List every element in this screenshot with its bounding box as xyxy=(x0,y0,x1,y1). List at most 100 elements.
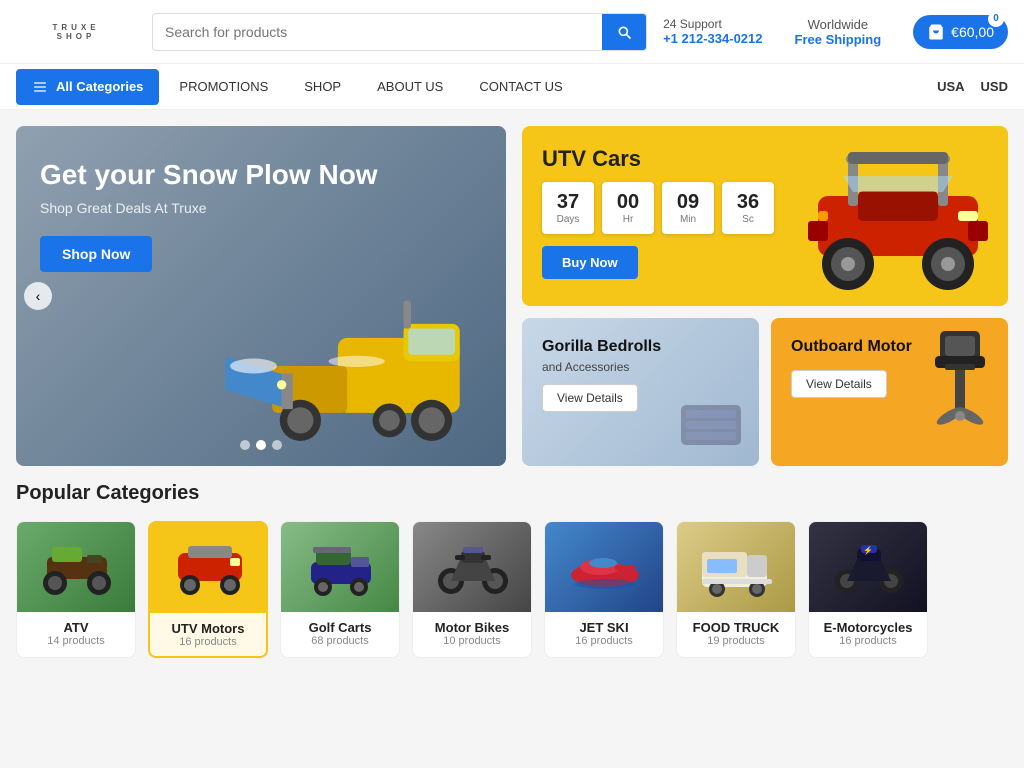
category-golf-carts[interactable]: Golf Carts 68 products xyxy=(280,521,400,658)
search-icon xyxy=(616,24,632,40)
nav-promotions[interactable]: PROMOTIONS xyxy=(163,69,284,104)
utv-car-svg xyxy=(798,136,998,296)
search-input[interactable] xyxy=(153,16,602,48)
header-right: 24 Support +1 212-334-0212 Worldwide Fre… xyxy=(663,15,1008,49)
category-atv[interactable]: ATV 14 products xyxy=(16,521,136,658)
nav-about[interactable]: ABOUT US xyxy=(361,69,459,104)
jet-ski-count: 16 products xyxy=(549,635,659,647)
popular-categories-section: Popular Categories ATV 14 products xyxy=(16,482,1008,658)
motorbike-svg xyxy=(433,537,513,597)
golf-carts-count: 68 products xyxy=(285,635,395,647)
days-label: Days xyxy=(557,214,580,225)
carousel-dots xyxy=(240,440,282,450)
right-banners: UTV Cars 37 Days 00 Hr 09 Min xyxy=(522,126,1008,466)
cart-badge: 0 xyxy=(988,11,1004,27)
search-bar xyxy=(152,13,647,51)
carousel-dot-1[interactable] xyxy=(240,440,250,450)
min-label: Min xyxy=(680,214,696,225)
snowplow-svg xyxy=(216,266,506,466)
hero-plow-image xyxy=(206,246,506,466)
banners-row: Get your Snow Plow Now Shop Great Deals … xyxy=(16,126,1008,466)
utv-motors-name: UTV Motors xyxy=(154,621,262,636)
carousel-dot-3[interactable] xyxy=(272,440,282,450)
worldwide-info: Worldwide Free Shipping xyxy=(795,17,882,47)
hr-label: Hr xyxy=(623,214,634,225)
gorilla-sub: and Accessories xyxy=(542,360,739,374)
menu-icon xyxy=(32,79,48,95)
carousel-prev-button[interactable]: ‹ xyxy=(24,282,52,310)
atv-name: ATV xyxy=(21,620,131,635)
cart-button[interactable]: 0 €60,00 xyxy=(913,15,1008,49)
emotorcycle-svg: ⚡ xyxy=(829,537,909,597)
atv-svg xyxy=(37,537,117,597)
countdown-minutes: 09 Min xyxy=(662,182,714,234)
currency-selector[interactable]: USD xyxy=(981,79,1008,94)
golf-carts-image xyxy=(281,522,400,612)
hr-value: 00 xyxy=(617,191,639,214)
categories-label: All Categories xyxy=(56,79,143,94)
sc-value: 36 xyxy=(737,191,759,214)
foodtruck-svg xyxy=(697,537,777,597)
jet-ski-image xyxy=(545,522,664,612)
logo-text: TRUXE xyxy=(16,23,136,32)
free-shipping-label: Free Shipping xyxy=(795,32,882,47)
utv-motors-svg xyxy=(170,538,250,598)
golf-cart-svg xyxy=(301,537,381,597)
gorilla-title: Gorilla Bedrolls xyxy=(542,338,739,356)
motor-bikes-name: Motor Bikes xyxy=(417,620,527,635)
all-categories-button[interactable]: All Categories xyxy=(16,69,159,105)
cart-icon xyxy=(927,23,945,41)
site-header: TRUXE SHOP 24 Support +1 212-334-0212 Wo… xyxy=(0,0,1024,64)
hero-shop-now-button[interactable]: Shop Now xyxy=(40,236,152,272)
outboard-banner: Outboard Motor View Details xyxy=(771,318,1008,466)
nav-shop[interactable]: SHOP xyxy=(288,69,357,104)
category-jet-ski[interactable]: JET SKI 16 products xyxy=(544,521,664,658)
hero-title: Get your Snow Plow Now xyxy=(40,158,482,192)
outboard-view-details-button[interactable]: View Details xyxy=(791,370,887,398)
carousel-dot-2[interactable] xyxy=(256,440,266,450)
small-banners: Gorilla Bedrolls and Accessories View De… xyxy=(522,318,1008,466)
support-phone[interactable]: +1 212-334-0212 xyxy=(663,31,762,46)
atv-image xyxy=(17,522,136,612)
category-e-motorcycles[interactable]: ⚡ E-Motorcycles 16 products xyxy=(808,521,928,658)
svg-text:⚡: ⚡ xyxy=(863,545,873,555)
gorilla-banner: Gorilla Bedrolls and Accessories View De… xyxy=(522,318,759,466)
motor-bikes-image xyxy=(413,522,532,612)
hero-subtitle: Shop Great Deals At Truxe xyxy=(40,200,482,216)
atv-count: 14 products xyxy=(21,635,131,647)
category-utv-motors[interactable]: UTV Motors 16 products xyxy=(148,521,268,658)
popular-categories-title: Popular Categories xyxy=(16,482,1008,505)
utv-banner: UTV Cars 37 Days 00 Hr 09 Min xyxy=(522,126,1008,306)
site-logo[interactable]: TRUXE SHOP xyxy=(16,23,136,41)
sc-label: Sc xyxy=(742,214,754,225)
countdown-seconds: 36 Sc xyxy=(722,182,774,234)
golf-carts-name: Golf Carts xyxy=(285,620,395,635)
food-truck-count: 19 products xyxy=(681,635,791,647)
support-info: 24 Support +1 212-334-0212 xyxy=(663,17,762,46)
search-button[interactable] xyxy=(602,14,646,50)
gorilla-view-details-button[interactable]: View Details xyxy=(542,384,638,412)
countdown-hours: 00 Hr xyxy=(602,182,654,234)
e-motorcycles-count: 16 products xyxy=(813,635,923,647)
jet-ski-name: JET SKI xyxy=(549,620,659,635)
jetski-svg xyxy=(565,537,645,597)
main-content: Get your Snow Plow Now Shop Great Deals … xyxy=(0,110,1024,674)
days-value: 37 xyxy=(557,191,579,214)
category-motor-bikes[interactable]: Motor Bikes 10 products xyxy=(412,521,532,658)
utv-buy-now-button[interactable]: Buy Now xyxy=(542,246,638,279)
food-truck-name: FOOD TRUCK xyxy=(681,620,791,635)
gorilla-decorative xyxy=(671,385,751,458)
utv-motors-count: 16 products xyxy=(154,636,262,648)
nav-contact[interactable]: CONTACT US xyxy=(463,69,578,104)
categories-grid: ATV 14 products UTV Motors xyxy=(16,521,1008,658)
category-food-truck[interactable]: FOOD TRUCK 19 products xyxy=(676,521,796,658)
region-selector[interactable]: USA xyxy=(937,79,964,94)
motor-bikes-count: 10 products xyxy=(417,635,527,647)
cart-price: €60,00 xyxy=(951,24,994,40)
min-value: 09 xyxy=(677,191,699,214)
nav-right: USA USD xyxy=(937,79,1008,94)
countdown-days: 37 Days xyxy=(542,182,594,234)
food-truck-image xyxy=(677,522,796,612)
logo-sub: SHOP xyxy=(16,32,136,41)
outboard-motor-image xyxy=(920,326,1000,449)
